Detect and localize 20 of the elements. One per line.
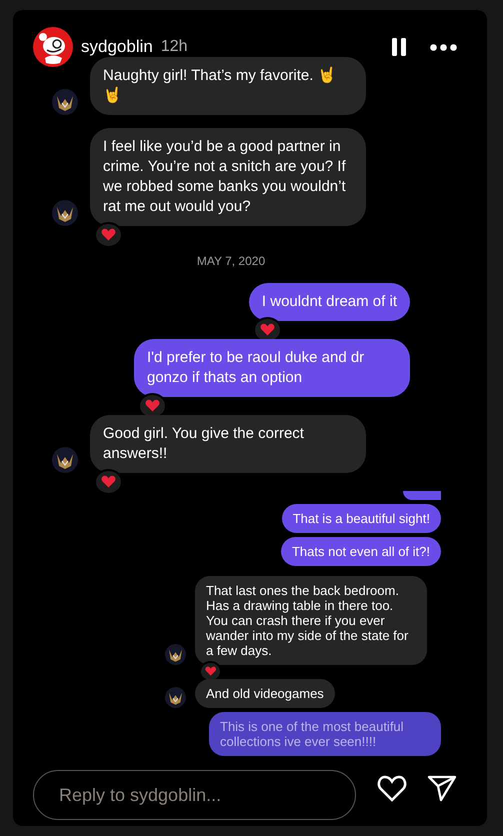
username[interactable]: sydgoblin	[81, 34, 153, 60]
message-bubble: That last ones the back bedroom. Has a drawing table in there too. You can crash there if you ever wander into my side of the state for a few days.	[195, 576, 427, 665]
date-label: MAY 7, 2020	[196, 254, 266, 268]
send-icon[interactable]	[427, 775, 457, 802]
post-time: 12h	[160, 37, 188, 57]
reply-field[interactable]: Reply to sydgoblin...	[33, 770, 356, 820]
message-bubble: Naughty girl! That’s my favorite. 🤘🤘	[90, 57, 366, 115]
more-icon[interactable]	[430, 44, 457, 50]
pause-icon[interactable]	[392, 38, 406, 56]
message-bubble	[403, 491, 441, 500]
message-bubble: I wouldnt dream of it	[248, 283, 410, 321]
message-bubble: This is one of the most beautiful collections ive ever seen!!!!	[209, 712, 441, 756]
message-bubble: Thats not even all of it?!	[280, 537, 441, 566]
message-bubble: Good girl. You give the correct answers!!	[90, 415, 366, 473]
message-bubble: That is a beautiful sight!	[282, 504, 441, 533]
message-bubble: And old videogames	[195, 679, 335, 708]
message-bubble: I'd prefer to be raoul duke and dr gonzo if thats an option	[134, 339, 410, 397]
message-bubble: I feel like you’d be a good partner in crime. You’re not a snitch are you? If we robbed some banks you wouldn’t rat me out would you?	[90, 128, 366, 226]
heart-icon[interactable]	[377, 774, 407, 802]
profile-avatar[interactable]	[33, 27, 73, 67]
